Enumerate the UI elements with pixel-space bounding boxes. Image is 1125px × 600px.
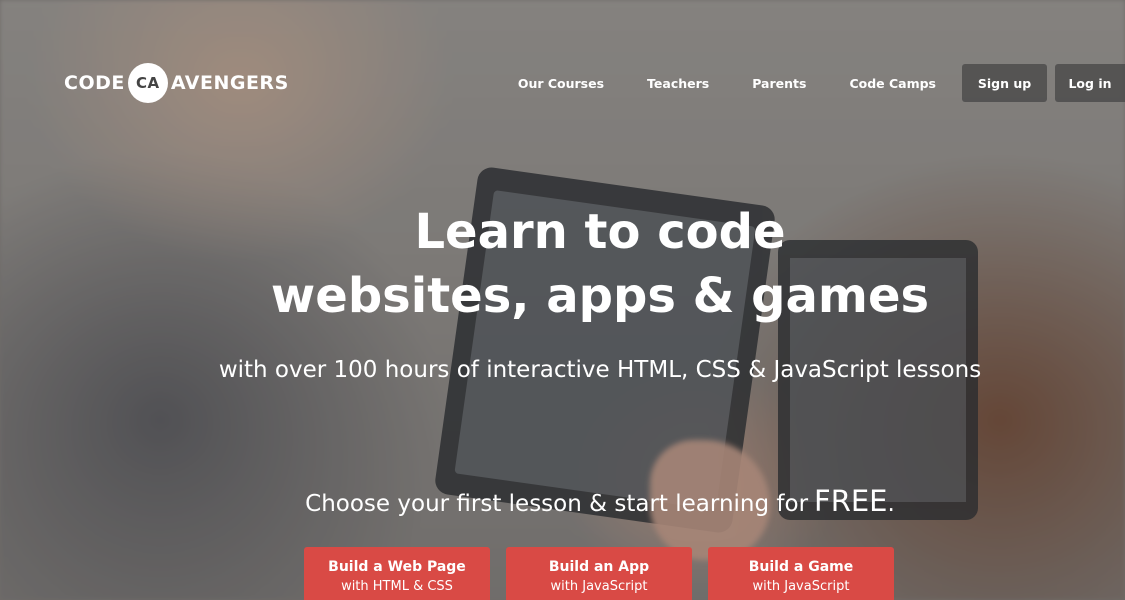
headline-line-2: websites, apps & games bbox=[270, 268, 930, 324]
cta-prompt: Choose your first lesson & start learnin… bbox=[0, 484, 1125, 518]
cta-button-title: Build an App bbox=[548, 559, 650, 575]
signup-button[interactable]: Sign up bbox=[962, 64, 1047, 102]
nav-parents[interactable]: Parents bbox=[752, 76, 806, 91]
nav-code-camps[interactable]: Code Camps bbox=[849, 76, 936, 91]
nav-teachers[interactable]: Teachers bbox=[647, 76, 709, 91]
cta-button-title: Build a Game bbox=[748, 559, 854, 575]
hero-headline: Learn to code websites, apps & games bbox=[0, 200, 1125, 328]
logo-badge-icon: CA bbox=[127, 63, 168, 103]
headline-line-1: Learn to code bbox=[414, 204, 786, 260]
cta-button-subtitle: with JavaScript bbox=[752, 579, 850, 594]
cta-free-label: FREE bbox=[814, 484, 888, 518]
top-nav: Our Courses Teachers Parents Code Camps … bbox=[518, 64, 1125, 102]
logo-text-right: AVENGERS bbox=[170, 72, 289, 94]
build-web-page-button[interactable]: Build a Web Page with HTML & CSS bbox=[304, 547, 490, 600]
cta-period: . bbox=[887, 491, 895, 517]
nav-our-courses[interactable]: Our Courses bbox=[518, 76, 604, 91]
hero-subheadline: with over 100 hours of interactive HTML,… bbox=[218, 357, 982, 383]
cta-button-subtitle: with JavaScript bbox=[550, 579, 648, 594]
cta-button-group: Build a Web Page with HTML & CSS Build a… bbox=[304, 547, 894, 600]
build-app-button[interactable]: Build an App with JavaScript bbox=[506, 547, 692, 600]
cta-button-title: Build a Web Page bbox=[328, 559, 466, 575]
cta-button-subtitle: with HTML & CSS bbox=[341, 579, 453, 594]
cta-prompt-text: Choose your first lesson & start learnin… bbox=[305, 491, 809, 517]
logo-text-left: CODE bbox=[64, 72, 125, 94]
build-game-button[interactable]: Build a Game with JavaScript bbox=[708, 547, 894, 600]
hero-section: CODE CA AVENGERS Our Courses Teachers Pa… bbox=[0, 0, 1125, 600]
login-button[interactable]: Log in bbox=[1055, 64, 1125, 102]
logo[interactable]: CODE CA AVENGERS bbox=[64, 62, 289, 104]
